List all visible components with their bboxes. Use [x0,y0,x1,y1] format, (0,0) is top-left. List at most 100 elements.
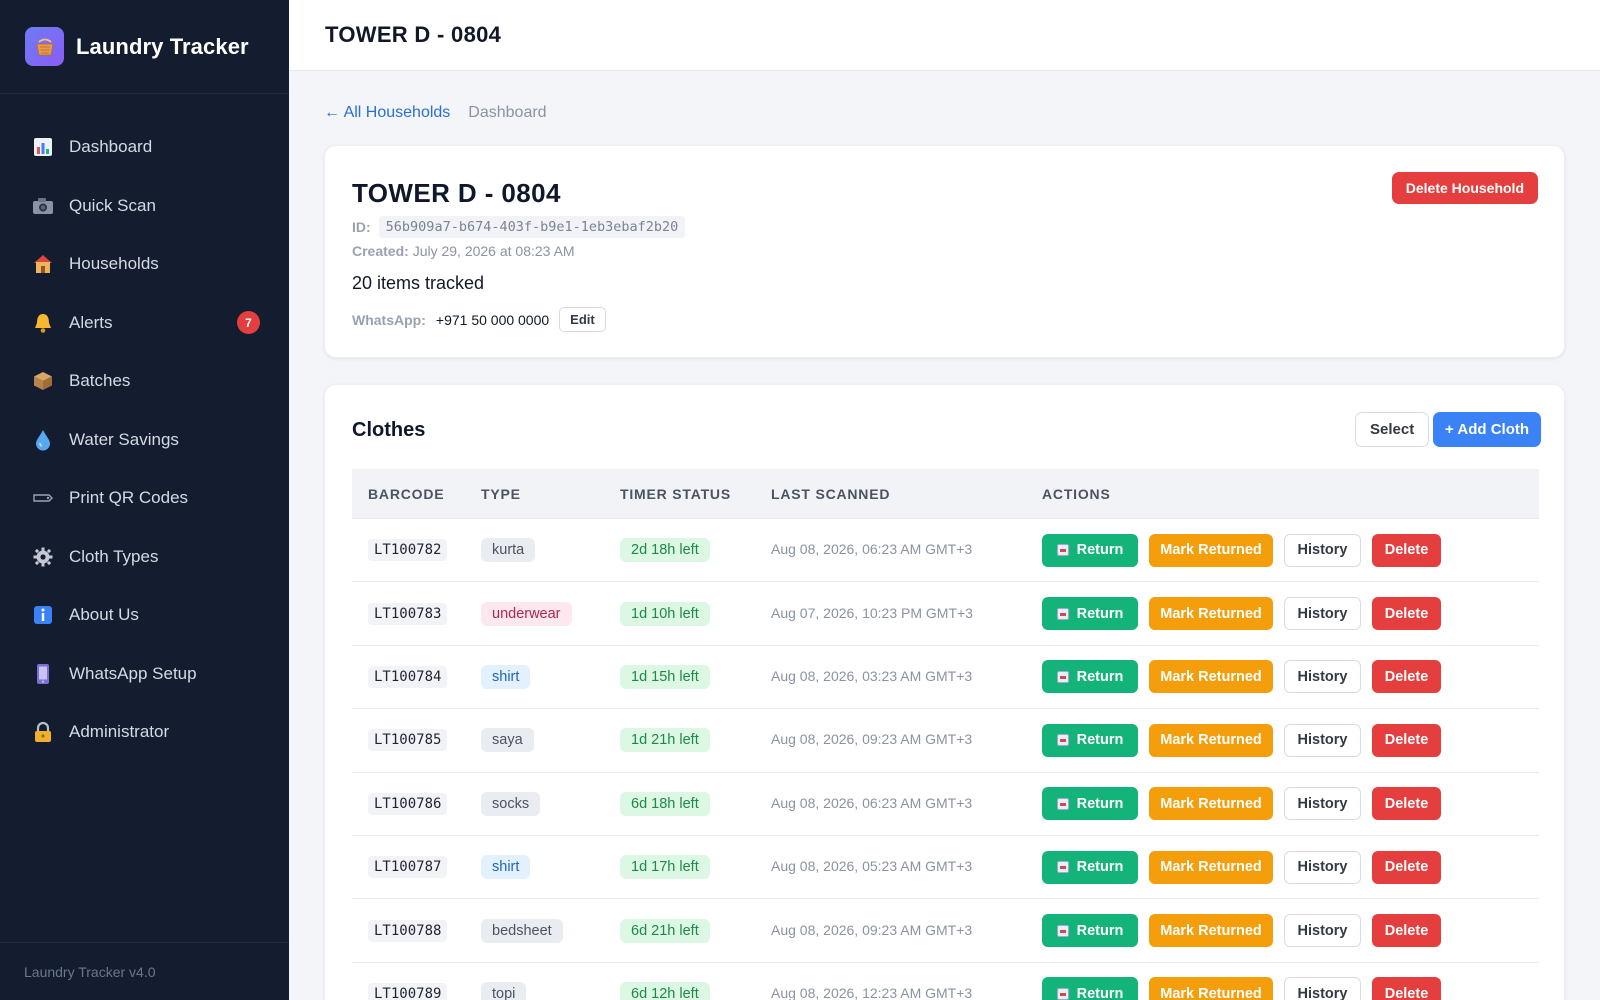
column-header-timer-status[interactable]: TIMER STATUS [620,486,771,502]
laundry-basket-icon [25,27,64,66]
last-scanned-cell: Aug 07, 2026, 10:23 PM GMT+3 [771,605,1042,623]
sidebar-item-label: Quick Scan [69,195,156,215]
return-icon [1056,797,1069,810]
sidebar-item-label: Water Savings [69,429,179,449]
table-row: LT100785 saya 1d 21h left Aug 08, 2026, 09:… [352,709,1539,773]
last-scanned-time: Aug 08, 2026, 09:23 AM GMT+3 [771,921,973,938]
delete-button[interactable]: Delete [1372,787,1441,821]
history-button[interactable]: History [1284,850,1361,884]
last-scanned-time: Aug 08, 2026, 09:23 AM GMT+3 [771,731,973,748]
return-button[interactable]: Return [1042,787,1138,821]
edit-whatsapp-button[interactable]: Edit [559,307,606,332]
return-button[interactable]: Return [1042,850,1138,884]
type-cell: socks [481,791,620,816]
last-scanned-cell: Aug 08, 2026, 09:23 AM GMT+3 [771,731,1042,749]
table-row: LT100786 socks 6d 18h left Aug 08, 2026, 06… [352,773,1539,836]
sidebar-item-cloth-types[interactable]: Cloth Types [0,528,289,587]
delete-button[interactable]: Delete [1372,660,1441,694]
history-button[interactable]: History [1284,914,1361,948]
sidebar-item-quick-scan[interactable]: Quick Scan [0,177,289,236]
sidebar-item-dashboard[interactable]: Dashboard [0,118,289,177]
return-button[interactable]: Return [1042,977,1138,1000]
delete-button[interactable]: Delete [1372,977,1441,1000]
sidebar-item-administrator[interactable]: Administrator [0,703,289,762]
sidebar-item-water-savings[interactable]: Water Savings [0,411,289,470]
type-cell: topi [481,981,620,1000]
timer-cell: 1d 15h left [620,664,771,689]
history-button[interactable]: History [1284,977,1361,1000]
barcode-cell: LT100789 [352,982,481,1000]
add-cloth-button[interactable]: + Add Cloth [1433,412,1542,447]
page-title: TOWER D - 0804 [325,22,502,47]
app-title: Laundry Tracker [76,33,249,59]
return-button[interactable]: Return [1042,723,1138,757]
delete-button[interactable]: Delete [1372,723,1441,757]
mark-returned-button[interactable]: Mark Returned [1149,850,1273,884]
all-households-link[interactable]: ← All Households [324,104,450,122]
sidebar-item-alerts[interactable]: Alerts 7 [0,294,289,353]
column-header-actions: ACTIONS [1042,485,1111,502]
history-button[interactable]: History [1284,723,1361,757]
gear-icon [32,546,54,568]
mark-returned-button[interactable]: Mark Returned [1149,597,1273,631]
timer-status-badge: 1d 17h left [620,855,710,880]
actions-cell: Return Mark Returned History Delete [1042,914,1539,948]
whatsapp-row: WhatsApp: +971 50 000 0000 Edit [352,307,606,332]
barcode: LT100782 [368,539,448,562]
history-button[interactable]: History [1284,660,1361,694]
last-scanned-time: Aug 08, 2026, 06:23 AM GMT+3 [771,794,973,811]
mark-returned-button[interactable]: Mark Returned [1149,787,1273,821]
mark-returned-button[interactable]: Mark Returned [1149,723,1273,757]
history-button[interactable]: History [1284,597,1361,631]
return-button[interactable]: Return [1042,597,1138,631]
last-scanned-cell: Aug 08, 2026, 09:23 AM GMT+3 [771,922,1042,940]
column-header-last-scanned[interactable]: LAST SCANNED [771,486,1042,502]
return-icon [1056,544,1069,557]
return-label: Return [1076,922,1124,939]
whatsapp-label: WhatsApp: [352,311,426,328]
page-header: TOWER D - 0804 [289,0,1600,71]
brand[interactable]: Laundry Tracker [0,0,289,94]
items-tracked-count: 20 items tracked [352,273,485,293]
timer-cell: 1d 17h left [620,855,771,880]
type-cell: kurta [481,538,620,563]
last-scanned-time: Aug 07, 2026, 10:23 PM GMT+3 [771,604,973,621]
table-row: LT100784 shirt 1d 15h left Aug 08, 2026, 03… [352,646,1539,710]
timer-cell: 2d 18h left [620,538,771,563]
sidebar-item-whatsapp-setup[interactable]: WhatsApp Setup [0,645,289,704]
history-button[interactable]: History [1284,533,1361,567]
barcode-cell: LT100787 [352,856,481,879]
column-header-type[interactable]: TYPE [481,486,620,502]
column-header-barcode[interactable]: BARCODE [352,486,481,502]
timer-status-badge: 6d 12h left [620,981,710,1000]
select-button[interactable]: Select [1355,412,1430,447]
return-button[interactable]: Return [1042,660,1138,694]
return-label: Return [1076,605,1124,622]
sidebar-item-households[interactable]: Households [0,235,289,294]
clothes-section-title: Clothes [352,419,426,441]
sidebar-item-batches[interactable]: Batches [0,352,289,411]
household-id: 56b909a7-b674-403f-b9e1-1eb3ebaf2b20 [378,216,686,238]
barcode-cell: LT100784 [352,665,481,688]
return-icon [1056,670,1069,683]
return-button[interactable]: Return [1042,914,1138,948]
tag-icon [32,487,54,509]
timer-status-badge: 1d 21h left [620,728,710,753]
last-scanned-time: Aug 08, 2026, 12:23 AM GMT+3 [771,984,973,1000]
delete-button[interactable]: Delete [1372,850,1441,884]
barcode: LT100789 [368,982,448,1000]
history-button[interactable]: History [1284,787,1361,821]
delete-button[interactable]: Delete [1372,597,1441,631]
mark-returned-button[interactable]: Mark Returned [1149,977,1273,1000]
mark-returned-button[interactable]: Mark Returned [1149,533,1273,567]
delete-button[interactable]: Delete [1372,533,1441,567]
delete-button[interactable]: Delete [1372,914,1441,948]
delete-household-button[interactable]: Delete Household [1391,172,1538,204]
sidebar-item-print-qr-codes[interactable]: Print QR Codes [0,469,289,528]
sidebar-item-about-us[interactable]: About Us [0,586,289,645]
return-button[interactable]: Return [1042,533,1138,567]
mark-returned-button[interactable]: Mark Returned [1149,914,1273,948]
timer-cell: 6d 18h left [620,791,771,816]
mark-returned-button[interactable]: Mark Returned [1149,660,1273,694]
actions-cell: Return Mark Returned History Delete [1042,977,1539,1000]
